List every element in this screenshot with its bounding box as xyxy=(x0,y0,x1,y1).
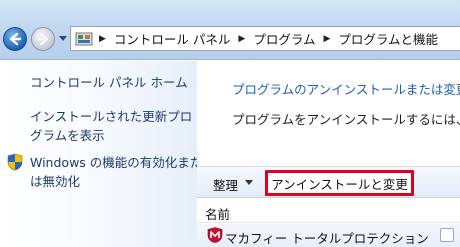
breadcrumb-programs-and-features[interactable]: プログラムと機能 xyxy=(338,29,438,48)
view-installed-updates-link-line1[interactable]: インストールされた更新プロ xyxy=(30,107,192,126)
uninstall-change-button[interactable]: アンインストールと変更 xyxy=(265,170,414,196)
windows-features-link-line2[interactable]: は無効化 xyxy=(30,172,80,191)
windows-features-link-line1[interactable]: Windows の機能の有効化また xyxy=(30,153,202,172)
breadcrumb-separator-icon[interactable]: ▶ xyxy=(323,34,330,44)
back-arrow-icon xyxy=(9,32,22,46)
breadcrumb-programs[interactable]: プログラム xyxy=(253,29,315,48)
command-toolbar: 整理 アンインストールと変更 xyxy=(197,166,460,198)
breadcrumb-control-panel[interactable]: コントロール パネル xyxy=(114,29,230,48)
chevron-down-icon xyxy=(59,36,67,41)
list-column-header[interactable]: 名前 xyxy=(197,199,460,223)
column-name-label[interactable]: 名前 xyxy=(205,204,230,223)
scroll-button[interactable] xyxy=(440,228,454,242)
control-panel-home-link[interactable]: コントロール パネル ホーム xyxy=(30,73,188,92)
recent-pages-dropdown[interactable] xyxy=(58,33,68,45)
navigation-bar: ▶ コントロール パネル ▶ プログラム ▶ プログラムと機能 xyxy=(0,0,460,60)
mcafee-shield-icon xyxy=(207,227,223,243)
breadcrumb-separator-icon[interactable]: ▶ xyxy=(238,34,245,44)
task-pane: コントロール パネル ホーム インストールされた更新プロ グラムを表示 Wind… xyxy=(0,61,202,247)
organize-chevron-down-icon[interactable] xyxy=(245,180,253,185)
forward-button[interactable] xyxy=(31,27,55,51)
organize-menu[interactable]: 整理 xyxy=(213,175,238,194)
back-button[interactable] xyxy=(3,27,27,51)
list-item[interactable]: マカフィー トータルプロテクション xyxy=(197,224,460,247)
address-bar[interactable]: ▶ コントロール パネル ▶ プログラム ▶ プログラムと機能 xyxy=(70,26,460,51)
page-description: プログラムをアンインストールするには、 xyxy=(232,112,460,127)
page-heading[interactable]: プログラムのアンインストールまたは変更 xyxy=(232,79,460,98)
breadcrumb-separator-icon: ▶ xyxy=(99,33,106,44)
uac-shield-icon xyxy=(7,153,23,171)
forward-arrow-icon xyxy=(36,32,49,46)
control-panel-icon xyxy=(75,32,93,45)
view-installed-updates-link-line2[interactable]: グラムを表示 xyxy=(30,126,105,145)
program-name: マカフィー トータルプロテクション xyxy=(225,231,429,246)
